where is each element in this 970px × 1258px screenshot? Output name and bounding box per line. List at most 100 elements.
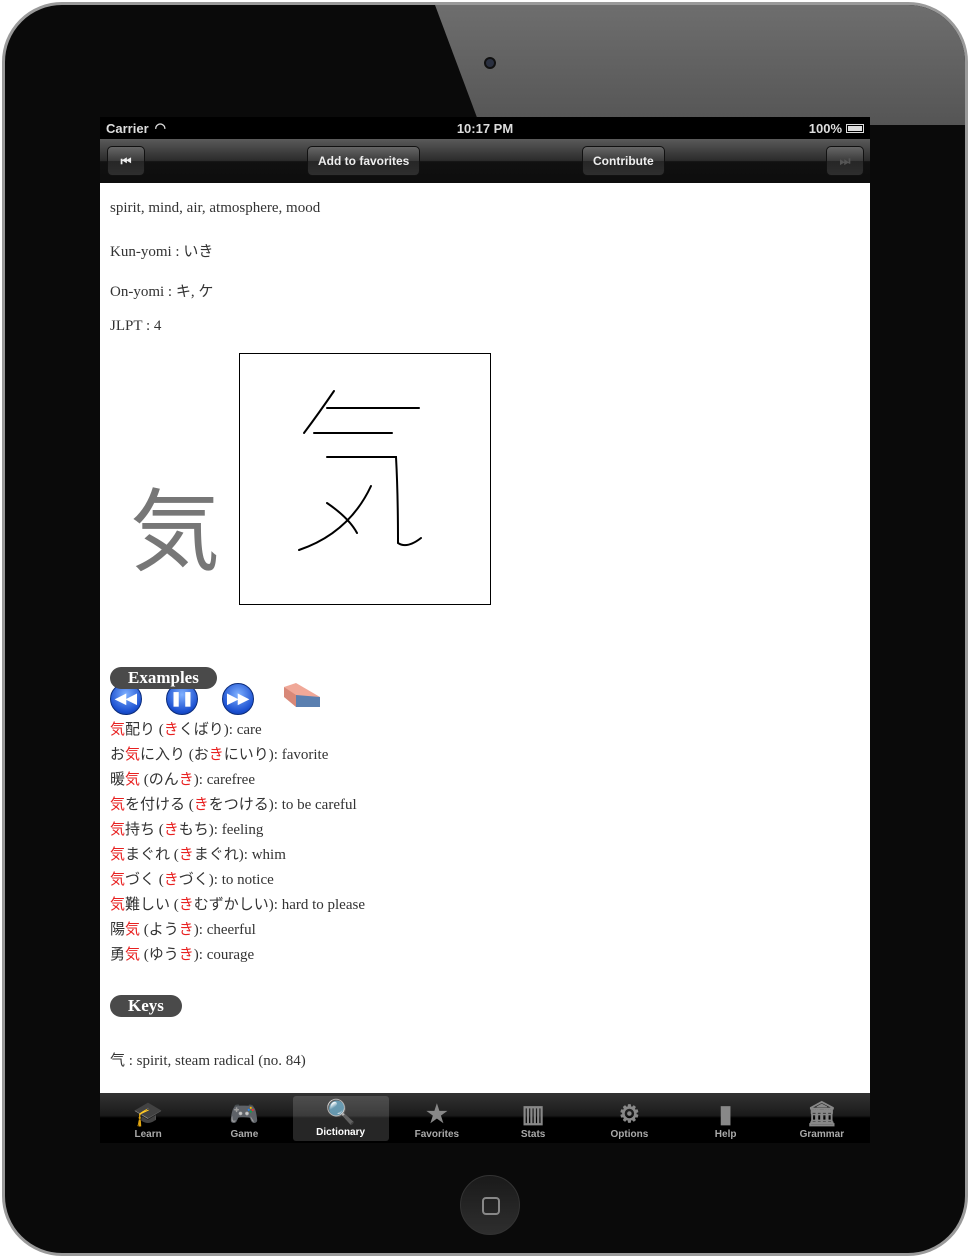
graduation-cap-icon: 🎓 (133, 1101, 164, 1128)
contribute-button[interactable]: Contribute (582, 146, 665, 176)
tab-learn[interactable]: 🎓 Learn (100, 1093, 196, 1143)
example-text: 持ち ( (125, 822, 164, 838)
example-item: 暖気 (のんき): carefree (110, 768, 365, 793)
example-item: 気まぐれ (きまぐれ): whim (110, 843, 365, 868)
example-text: づく): to notice (178, 872, 274, 888)
example-text: をつける): to be careful (208, 797, 357, 813)
eraser-button[interactable] (282, 683, 322, 709)
highlighted-text: 気 (110, 872, 126, 888)
camera (484, 57, 496, 69)
highlighted-text: き (208, 747, 224, 763)
tab-label: Dictionary (316, 1127, 366, 1138)
example-text: 勇 (110, 947, 126, 963)
highlighted-text: 気 (110, 897, 126, 913)
screen: Carrier ◠ 10:17 PM 100% ⏮ Add to favorit… (100, 117, 870, 1143)
highlighted-text: き (163, 822, 179, 838)
example-item: 気を付ける (きをつける): to be careful (110, 793, 365, 818)
example-text: (のん (140, 772, 179, 788)
tab-options[interactable]: ⚙ Options (581, 1093, 677, 1143)
radical-key: 气 : spirit, steam radical (no. 84) (110, 1053, 306, 1069)
add-to-favorites-button[interactable]: Add to favorites (307, 146, 421, 176)
previous-button[interactable]: ⏮ (107, 146, 145, 176)
example-text: むずかしい): hard to please (193, 897, 365, 913)
example-text: 陽 (110, 922, 126, 938)
highlighted-text: 気 (125, 947, 141, 963)
highlighted-text: 気 (125, 922, 141, 938)
highlighted-text: 気 (110, 847, 126, 863)
star-icon: ★ (426, 1101, 448, 1128)
highlighted-text: き (163, 872, 179, 888)
tab-label: Game (230, 1129, 259, 1140)
forward-button[interactable]: ▶▶ (222, 683, 254, 715)
tab-help[interactable]: ▮ Help (678, 1093, 774, 1143)
tab-label: Grammar (799, 1129, 845, 1140)
example-item: 気難しい (きむずかしい): hard to please (110, 893, 365, 918)
examples-list: 気配り (きくばり): care お気に入り (おきにいり): favorite 暖… (110, 718, 365, 968)
next-button[interactable]: ⏭ (826, 146, 864, 176)
skip-forward-icon: ⏭ (839, 153, 851, 168)
example-text: づく ( (125, 872, 164, 888)
bank-icon: 🏛 (806, 1101, 838, 1128)
example-item: お気に入り (おきにいり): favorite (110, 743, 365, 768)
example-text: お (110, 747, 126, 763)
example-text: まぐれ): whim (193, 847, 286, 863)
example-text: くばり): care (178, 722, 262, 738)
tab-stats[interactable]: ▥ Stats (485, 1093, 581, 1143)
clock: 10:17 PM (456, 120, 514, 136)
example-text: ): cheerful (193, 922, 256, 938)
stroke-order-kanji: 気 (130, 480, 220, 585)
forward-icon: ▶▶ (227, 691, 249, 707)
example-text: まぐれ ( (125, 847, 179, 863)
example-text: ): courage (193, 947, 255, 963)
bar-chart-icon: ▥ (521, 1101, 545, 1128)
example-text: 暖 (110, 772, 126, 788)
highlighted-text: き (163, 722, 179, 738)
drawing-canvas[interactable] (239, 353, 491, 605)
highlighted-text: き (178, 847, 194, 863)
jlpt-level: JLPT : 4 (110, 318, 162, 334)
toolbar: ⏮ Add to favorites Contribute ⏭ (100, 139, 870, 183)
highlighted-text: 気 (110, 822, 126, 838)
search-icon: 🔍 (325, 1099, 356, 1126)
tab-grammar[interactable]: 🏛 Grammar (774, 1093, 870, 1143)
tab-favorites[interactable]: ★ Favorites (389, 1093, 485, 1143)
highlighted-text: 気 (110, 722, 126, 738)
tab-label: Favorites (414, 1129, 460, 1140)
example-text: 配り ( (125, 722, 164, 738)
rewind-icon: ◀◀ (115, 691, 137, 707)
example-text: (よう (140, 922, 179, 938)
home-button[interactable] (460, 1175, 520, 1235)
home-icon (482, 1197, 500, 1215)
example-item: 気配り (きくばり): care (110, 718, 365, 743)
example-text: もち): feeling (178, 822, 264, 838)
example-item: 陽気 (ようき): cheerful (110, 918, 365, 943)
keys-header: Keys (110, 995, 182, 1017)
tab-game[interactable]: 🎮 Game (196, 1093, 292, 1143)
tab-label: Stats (520, 1129, 546, 1140)
meaning: spirit, mind, air, atmosphere, mood (110, 200, 321, 216)
status-bar: Carrier ◠ 10:17 PM 100% (100, 117, 870, 139)
book-icon: ▮ (719, 1101, 733, 1128)
highlighted-text: き (193, 797, 209, 813)
highlighted-text: 気 (110, 797, 126, 813)
highlighted-text: き (178, 772, 194, 788)
example-text: ): carefree (193, 772, 255, 788)
on-yomi: On-yomi : キ, ケ (110, 284, 214, 300)
tab-label: Help (714, 1129, 737, 1140)
pause-icon: ❚❚ (170, 691, 194, 707)
tab-dictionary[interactable]: 🔍 Dictionary (292, 1096, 389, 1141)
highlighted-text: き (178, 947, 194, 963)
tab-label: Learn (134, 1129, 162, 1140)
example-text: (ゆう (140, 947, 179, 963)
example-text: を付ける ( (125, 797, 194, 813)
highlighted-text: き (178, 922, 194, 938)
examples-header: Examples (110, 667, 217, 689)
highlighted-text: 気 (125, 747, 141, 763)
example-text: にいり): favorite (223, 747, 329, 763)
eraser-icon (284, 683, 320, 707)
kun-yomi: Kun-yomi : いき (110, 244, 214, 260)
gamepad-icon: 🎮 (229, 1101, 260, 1128)
example-item: 気づく (きづく): to notice (110, 868, 365, 893)
example-item: 勇気 (ゆうき): courage (110, 943, 365, 968)
highlighted-text: 気 (125, 772, 141, 788)
